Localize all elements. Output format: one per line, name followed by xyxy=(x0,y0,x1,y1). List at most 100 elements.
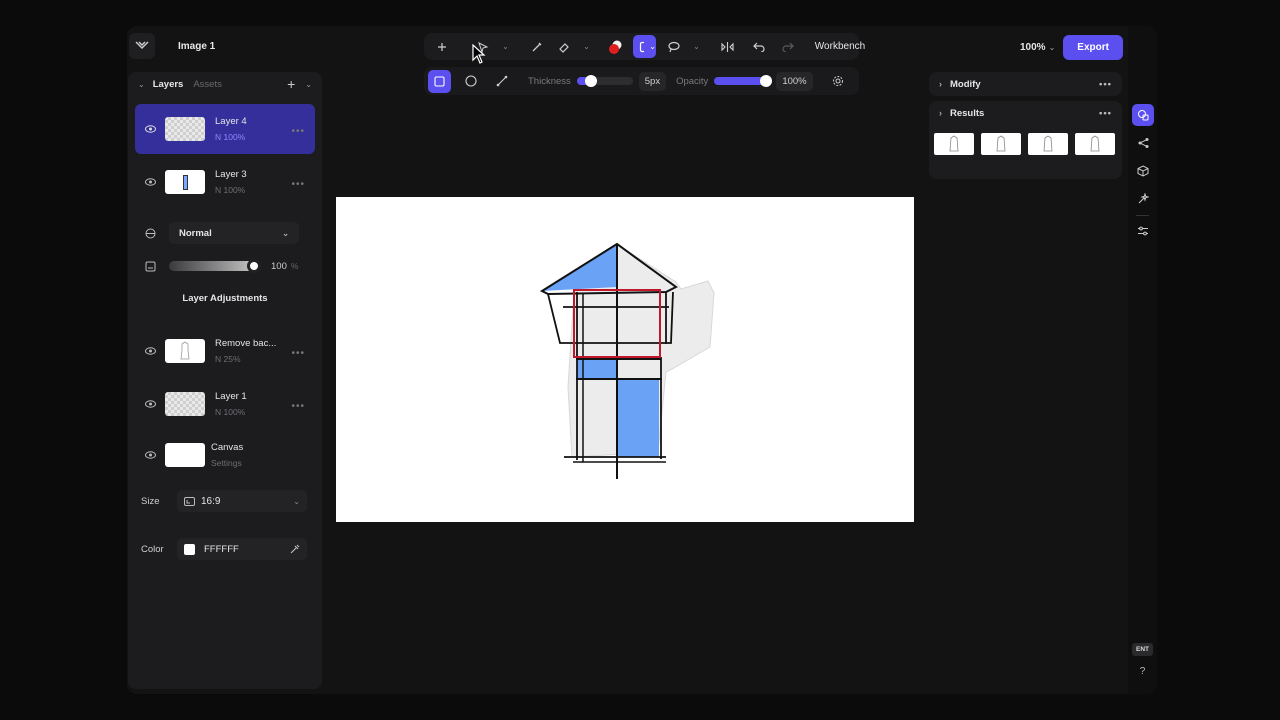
rectangle-mode-button[interactable] xyxy=(428,69,451,93)
tab-layers[interactable]: Layers xyxy=(153,79,184,90)
select-tool-dropdown[interactable]: ⌄ xyxy=(494,35,517,58)
line-mode-button[interactable] xyxy=(490,70,513,93)
result-thumbnail[interactable] xyxy=(981,133,1021,155)
rail-generate-button[interactable] xyxy=(1132,104,1154,126)
zoom-chevron-icon[interactable]: ⌄ xyxy=(1049,43,1056,52)
brush-tool-button[interactable] xyxy=(525,35,548,58)
flip-button[interactable] xyxy=(716,35,739,58)
add-layer-button[interactable]: + xyxy=(287,76,295,92)
topbar-left: Image 1 xyxy=(127,33,215,59)
layer-more-icon[interactable]: ••• xyxy=(291,401,305,412)
layer-more-icon[interactable]: ••• xyxy=(291,348,305,359)
layers-panel: ⌄ Layers Assets + ⌄ Layer 4 N 100% ••• L… xyxy=(128,72,322,689)
layer-name[interactable]: Layer 3 xyxy=(215,169,247,180)
layer-more-icon[interactable]: ••• xyxy=(291,179,305,190)
canvas-size-select[interactable]: 16:9 ⌄ xyxy=(177,490,307,512)
canvas-color-field[interactable]: FFFFFF xyxy=(177,538,307,560)
thickness-value[interactable]: 5px xyxy=(638,71,667,91)
main-toolbar: ⌄ ⌄ ⌄ ⌄ Workbench xyxy=(424,33,865,60)
chevron-right-icon[interactable]: › xyxy=(939,79,942,89)
eraser-tool-button[interactable] xyxy=(552,35,575,58)
collapse-chevron-icon[interactable]: ⌄ xyxy=(138,80,145,89)
layer-opacity-slider[interactable] xyxy=(169,259,261,273)
lasso-tool-dropdown[interactable]: ⌄ xyxy=(685,35,708,58)
rail-magic-button[interactable] xyxy=(1132,188,1154,210)
opacity-icon xyxy=(143,261,157,272)
logo-icon xyxy=(135,41,149,49)
eyedropper-icon[interactable] xyxy=(289,544,300,555)
canvas-settings-link[interactable]: Settings xyxy=(211,458,243,468)
tab-assets[interactable]: Assets xyxy=(193,79,222,90)
ellipse-mode-button[interactable] xyxy=(459,70,482,93)
workbench-label: Workbench xyxy=(814,41,866,52)
result-thumbnail[interactable] xyxy=(1075,133,1115,155)
layer-blend-opacity[interactable]: N 100% xyxy=(215,185,247,195)
blend-mode-select[interactable]: Normal ⌄ xyxy=(169,222,299,244)
visibility-eye-icon[interactable] xyxy=(143,451,157,459)
layer-name[interactable]: Remove bac... xyxy=(215,338,276,349)
layers-panel-header: ⌄ Layers Assets + ⌄ xyxy=(128,72,322,96)
layer-row-canvas[interactable]: Canvas Settings xyxy=(135,430,315,480)
export-button[interactable]: Export xyxy=(1063,34,1123,60)
layer-row-layer-1[interactable]: Layer 1 N 100% ••• xyxy=(135,379,315,429)
results-more-icon[interactable]: ••• xyxy=(1099,108,1112,119)
layer-blend-opacity[interactable]: N 100% xyxy=(215,132,247,142)
layer-opacity-value[interactable]: 100 xyxy=(271,261,287,272)
layer-row-remove-background[interactable]: Remove bac... N 25% ••• xyxy=(135,326,315,376)
blend-mode-value: Normal xyxy=(179,227,212,239)
layer-blend-opacity[interactable]: N 25% xyxy=(215,354,276,364)
layer-name[interactable]: Layer 4 xyxy=(215,116,247,127)
ent-badge[interactable]: ENT xyxy=(1132,643,1153,656)
panel-options-chevron-icon[interactable]: ⌄ xyxy=(305,80,312,89)
rail-adjustments-button[interactable] xyxy=(1132,220,1154,242)
share-icon xyxy=(1138,138,1149,148)
help-button[interactable]: ? xyxy=(1132,666,1153,680)
rail-share-button[interactable] xyxy=(1132,132,1154,154)
canvas-size-value: 16:9 xyxy=(201,495,221,507)
layer-more-icon[interactable]: ••• xyxy=(291,126,305,137)
redo-button[interactable] xyxy=(776,35,799,58)
layer-row-layer-4[interactable]: Layer 4 N 100% ••• xyxy=(135,104,315,154)
visibility-eye-icon[interactable] xyxy=(143,347,157,355)
drawing-canvas[interactable] xyxy=(336,197,914,522)
layer-name[interactable]: Canvas xyxy=(211,442,243,453)
shape-tool-button[interactable]: ⌄ xyxy=(633,35,656,58)
result-thumbnail[interactable] xyxy=(934,133,974,155)
sparkle-icon xyxy=(1138,193,1149,204)
modify-more-icon[interactable]: ••• xyxy=(1099,79,1112,90)
zoom-level[interactable]: 100% xyxy=(1020,42,1046,53)
layer-row-layer-3[interactable]: Layer 3 N 100% ••• xyxy=(135,157,315,207)
canvas-thumbnail xyxy=(165,443,205,467)
canvas-color-value[interactable]: FFFFFF xyxy=(204,544,239,555)
workbench-button[interactable]: Workbench xyxy=(815,35,865,58)
undo-button[interactable] xyxy=(747,35,770,58)
line-icon xyxy=(496,75,507,87)
color-swatch[interactable] xyxy=(184,543,195,555)
color-picker-button[interactable] xyxy=(604,35,627,58)
shape-settings-button[interactable] xyxy=(827,70,850,93)
flip-icon xyxy=(721,41,734,52)
result-thumbnail[interactable] xyxy=(1028,133,1068,155)
opacity-value[interactable]: 100% xyxy=(776,71,813,91)
add-button[interactable] xyxy=(430,35,453,58)
thickness-slider[interactable] xyxy=(576,75,633,87)
color-label: Color xyxy=(141,543,164,555)
layer-name[interactable]: Layer 1 xyxy=(215,391,247,402)
document-title[interactable]: Image 1 xyxy=(178,41,215,52)
plus-icon xyxy=(437,42,446,51)
eraser-tool-dropdown[interactable]: ⌄ xyxy=(575,35,598,58)
visibility-eye-icon[interactable] xyxy=(143,178,157,186)
results-label[interactable]: Results xyxy=(950,108,984,119)
right-tool-rail: ENT ? xyxy=(1128,26,1157,694)
opacity-slider[interactable] xyxy=(714,75,773,87)
lasso-tool-button[interactable] xyxy=(662,35,685,58)
modify-label[interactable]: Modify xyxy=(950,79,981,90)
layer-blend-opacity[interactable]: N 100% xyxy=(215,407,247,417)
rail-3d-button[interactable] xyxy=(1132,160,1154,182)
logo-menu-button[interactable] xyxy=(129,33,155,59)
sliders-icon xyxy=(1138,226,1148,236)
layer-thumbnail xyxy=(165,170,205,194)
visibility-eye-icon[interactable] xyxy=(143,400,157,408)
visibility-eye-icon[interactable] xyxy=(143,125,157,133)
chevron-right-icon[interactable]: › xyxy=(939,108,942,118)
